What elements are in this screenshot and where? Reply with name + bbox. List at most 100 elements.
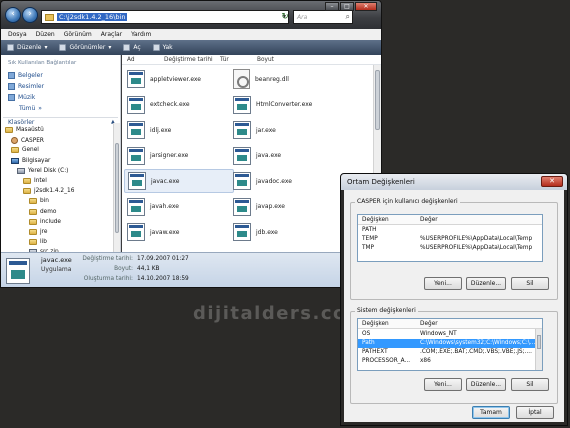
cancel-button[interactable]: İptal	[516, 406, 554, 419]
file-item[interactable]: javac.exe	[124, 169, 234, 193]
fav-pictures[interactable]: Resimler	[8, 83, 44, 90]
col-variable[interactable]: Değişken	[362, 217, 389, 223]
scroll-thumb[interactable]	[115, 143, 119, 233]
fav-documents[interactable]: Belgeler	[8, 72, 43, 79]
refresh-icon[interactable]: ↻	[279, 10, 291, 24]
scroll-thumb[interactable]	[375, 70, 380, 130]
maximize-button[interactable]: □	[340, 2, 354, 11]
file-item[interactable]: extcheck.exe	[124, 93, 234, 117]
tree-item[interactable]: include	[29, 218, 61, 225]
burn-label: Yak	[162, 44, 173, 51]
tree-item[interactable]: demo	[29, 208, 56, 215]
variable-name: PATHEXT	[362, 349, 388, 355]
tree-item-label: Genel	[22, 147, 39, 154]
tree-scrollbar[interactable]	[113, 123, 120, 252]
tree-item[interactable]: lib	[29, 239, 47, 246]
tree-item[interactable]: jre	[29, 229, 47, 235]
file-item[interactable]: appletviewer.exe	[124, 67, 234, 91]
views-label: Görünümler	[69, 44, 106, 51]
close-button[interactable]: ✕	[541, 176, 563, 187]
menu-gorunum[interactable]: Görünüm	[64, 31, 92, 38]
list-item[interactable]: Path C:\Windows\system32;C:\Windows;C:\..…	[358, 339, 542, 348]
search-icon[interactable]: ⌕	[346, 12, 350, 22]
burn-button[interactable]: Yak	[152, 44, 173, 51]
file-name: javadoc.exe	[256, 177, 292, 185]
created-label: Oluşturma tarihi:	[83, 276, 133, 282]
file-item[interactable]: jar.exe	[230, 118, 340, 142]
file-item[interactable]: javaw.exe	[124, 220, 234, 244]
exe-file-icon	[233, 197, 251, 216]
col-name[interactable]: Ad	[127, 57, 135, 63]
menu-araclar[interactable]: Araçlar	[101, 31, 122, 38]
col-size[interactable]: Boyut	[257, 57, 274, 63]
fav-all[interactable]: Tümü»	[19, 105, 42, 112]
user-icon	[11, 137, 18, 145]
col-value[interactable]: Değer	[420, 321, 438, 327]
file-item[interactable]: jdb.exe	[230, 220, 340, 244]
file-name: idlj.exe	[150, 126, 172, 134]
tree-item-label: Yerel Disk (C:)	[28, 167, 69, 174]
menu-bar: Dosya Düzen Görünüm Araçlar Yardım	[1, 29, 381, 40]
file-item[interactable]: HtmlConverter.exe	[230, 93, 340, 117]
system-delete-button[interactable]: Sil	[511, 378, 549, 391]
fav-music[interactable]: Müzik	[8, 94, 35, 101]
minimize-button[interactable]: –	[325, 2, 339, 11]
tree-item[interactable]: Masaüstü	[5, 127, 44, 133]
back-button[interactable]: ‹	[5, 7, 21, 23]
user-edit-button[interactable]: Düzenle...	[466, 277, 506, 290]
list-item[interactable]: OS Windows_NT	[358, 330, 542, 339]
user-vars-list[interactable]: Değişken Değer PATH TEMP %USERPROFILE%\App…	[357, 214, 543, 262]
search-input[interactable]: Ara ⌕	[293, 10, 353, 24]
tree-item[interactable]: CASPER	[11, 137, 44, 145]
system-edit-button[interactable]: Düzenle...	[466, 378, 506, 391]
col-value[interactable]: Değer	[420, 217, 438, 223]
system-vars-list[interactable]: Değişken Değer OS Windows_NT Path C:\Window…	[357, 318, 543, 371]
file-item[interactable]: idlj.exe	[124, 118, 234, 142]
menu-yardim[interactable]: Yardım	[131, 31, 151, 38]
file-name: beanreg.dll	[255, 75, 289, 83]
file-name: HtmlConverter.exe	[256, 101, 313, 108]
ok-button[interactable]: Tamam	[472, 406, 510, 419]
folders-heading[interactable]: Klasörler	[8, 119, 34, 126]
tree-item[interactable]: j2sdk1.4.2_16	[23, 188, 74, 195]
scroll-thumb[interactable]	[537, 335, 541, 349]
col-variable[interactable]: Değişken	[362, 321, 389, 327]
open-button[interactable]: Aç	[123, 44, 141, 51]
tree-item[interactable]: Intel	[23, 178, 47, 184]
user-new-button[interactable]: Yeni...	[424, 277, 462, 290]
col-modified[interactable]: Değiştirme tarihi	[164, 57, 213, 63]
list-item[interactable]: TMP %USERPROFILE%\AppData\Local\Temp	[358, 244, 542, 253]
menu-dosya[interactable]: Dosya	[8, 31, 27, 38]
tree-item[interactable]: bin	[29, 198, 49, 205]
file-item[interactable]: javap.exe	[230, 195, 340, 219]
close-button[interactable]: ✕	[355, 2, 377, 11]
list-item[interactable]: PATHEXT .COM;.EXE;.BAT;.CMD;.VBS;.VBE;.JS…	[358, 348, 542, 357]
list-item[interactable]: PATH	[358, 226, 542, 235]
tree-item[interactable]: Yerel Disk (C:)	[17, 167, 69, 174]
address-bar[interactable]: C:\j2sdk1.4.2_16\bin ▾	[41, 10, 289, 24]
address-text[interactable]: C:\j2sdk1.4.2_16\bin	[57, 13, 128, 21]
organize-button[interactable]: Düzenle ▾	[7, 44, 47, 51]
file-item[interactable]: javah.exe	[124, 195, 234, 219]
views-button[interactable]: Görünümler ▾	[59, 44, 111, 51]
user-delete-button[interactable]: Sil	[511, 277, 549, 290]
forward-button[interactable]: ›	[22, 7, 38, 23]
dialog-title: Ortam Değişkenleri	[347, 178, 415, 186]
menu-duzen[interactable]: Düzen	[36, 31, 55, 38]
file-item[interactable]: java.exe	[230, 144, 340, 168]
size-value: 44,1 KB	[137, 266, 160, 272]
burn-icon	[152, 44, 160, 51]
file-item[interactable]: jarsigner.exe	[124, 144, 234, 168]
list-item[interactable]: TEMP %USERPROFILE%\AppData\Local\Temp	[358, 235, 542, 244]
col-type[interactable]: Tür	[220, 57, 229, 63]
tree-item[interactable]: Bilgisayar	[11, 157, 50, 164]
file-item[interactable]: javadoc.exe	[230, 169, 340, 193]
favorites-heading: Sık Kullanılan Bağlantılar	[8, 60, 77, 66]
system-new-button[interactable]: Yeni...	[424, 378, 462, 391]
tree-item[interactable]: Genel	[11, 147, 39, 154]
file-name: appletviewer.exe	[150, 75, 201, 83]
list-scrollbar[interactable]	[535, 329, 542, 370]
file-item[interactable]: beanreg.dll	[230, 67, 340, 91]
folder-icon	[11, 147, 19, 154]
list-item[interactable]: PROCESSOR_A... x86	[358, 357, 542, 366]
